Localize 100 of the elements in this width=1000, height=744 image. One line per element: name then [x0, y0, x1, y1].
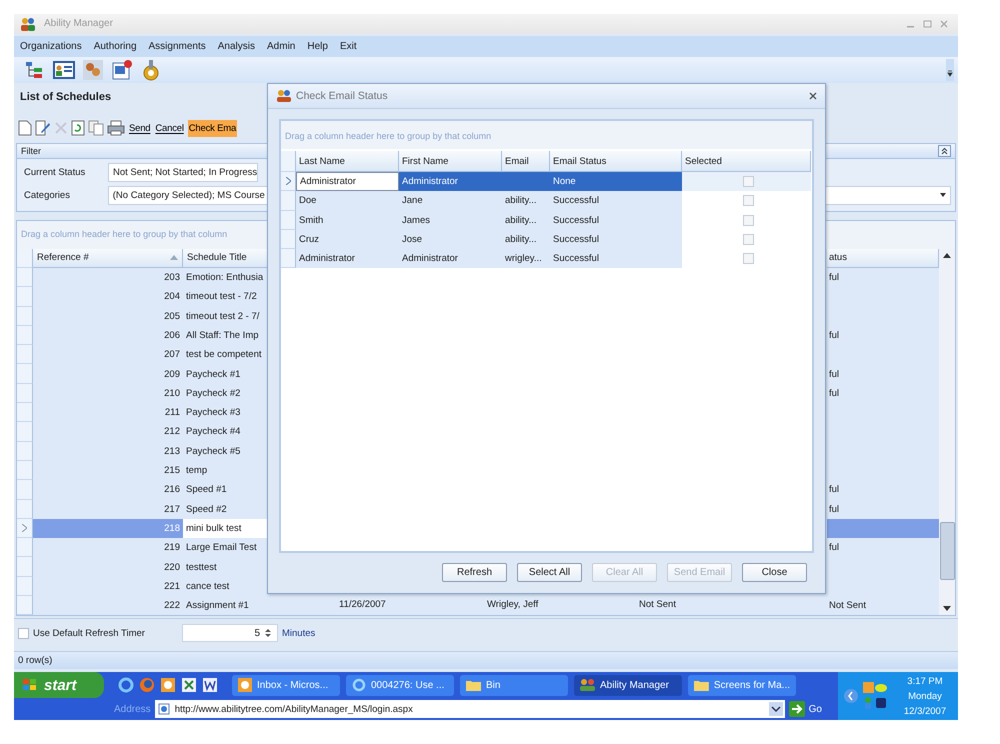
row-selector[interactable]: [17, 422, 33, 442]
toolbar-options-icon[interactable]: [946, 58, 954, 81]
taskbar-button[interactable]: Inbox - Micros...: [232, 674, 340, 696]
dialog-button[interactable]: Refresh: [442, 563, 507, 582]
table-cell-text: 222: [163, 599, 181, 614]
table-cell-text: 219: [163, 541, 181, 556]
menu-item[interactable]: Admin: [267, 40, 296, 52]
address-label: Address: [114, 704, 151, 715]
taskbar-button[interactable]: Ability Manager: [574, 674, 682, 696]
checkbox[interactable]: [742, 234, 754, 246]
row-selector[interactable]: [17, 268, 33, 288]
menu-item[interactable]: Organizations: [20, 40, 82, 52]
dropdown-icon[interactable]: [940, 193, 946, 198]
arrow-icon: [788, 701, 805, 718]
globe-icon[interactable]: [139, 677, 155, 694]
filter-field[interactable]: Not Sent; Not Started; In Progress: [108, 162, 258, 182]
edit-icon[interactable]: [35, 120, 51, 136]
new-document-icon[interactable]: [18, 120, 32, 136]
menu-item[interactable]: Assignments: [148, 40, 206, 52]
printer-icon[interactable]: [107, 120, 125, 136]
checkbox[interactable]: [742, 195, 754, 206]
row-selector[interactable]: [281, 249, 296, 268]
menu-item[interactable]: Help: [307, 40, 328, 52]
people-icon: [580, 679, 595, 692]
row-selector[interactable]: [281, 210, 296, 230]
checkbox-label[interactable]: Use Default Refresh Timer: [33, 628, 178, 639]
scroll-down-icon[interactable]: [943, 606, 951, 612]
column-header[interactable]: atus: [827, 248, 939, 268]
checkbox[interactable]: [742, 176, 754, 188]
menu-item[interactable]: Authoring: [94, 40, 137, 52]
scrollbar[interactable]: [939, 248, 955, 616]
menu-item[interactable]: Exit: [340, 40, 357, 52]
dialog-button[interactable]: Select All: [517, 563, 582, 582]
address-field[interactable]: http://www.abilitytree.com/AbilityManager_MS/login.aspx: [154, 700, 785, 718]
row-selector[interactable]: [281, 191, 296, 211]
column-header[interactable]: Last Name: [296, 151, 399, 172]
chevron-icon[interactable]: [844, 689, 858, 703]
row-selector[interactable]: [17, 557, 33, 577]
sort-icon: [170, 255, 178, 260]
dropdown-icon[interactable]: [768, 702, 783, 716]
table-cell-text: 212: [163, 425, 181, 440]
spinner-icon[interactable]: [265, 628, 271, 638]
scroll-thumb[interactable]: [940, 522, 954, 580]
taskbar-button[interactable]: Screens for Ma...: [688, 674, 796, 696]
table-cell-text: 206: [163, 328, 181, 343]
checkbox[interactable]: [18, 628, 29, 639]
toolbar-button[interactable]: Check Ema: [188, 120, 238, 137]
row-selector[interactable]: [17, 384, 33, 404]
toolbar-button[interactable]: Cancel: [154, 120, 185, 137]
checkbox[interactable]: [742, 253, 754, 264]
collapse-icon[interactable]: [938, 144, 951, 157]
row-selector[interactable]: [17, 306, 33, 326]
people-icon[interactable]: [82, 58, 104, 81]
column-header[interactable]: Selected: [682, 151, 811, 172]
row-selector[interactable]: [17, 538, 33, 558]
taskbar-button[interactable]: 0004276: Use ...: [346, 674, 454, 696]
close-icon[interactable]: [809, 92, 817, 100]
column-header[interactable]: First Name: [399, 151, 502, 172]
number-field[interactable]: 5: [182, 624, 278, 642]
document-icon[interactable]: [111, 58, 133, 81]
row-selector[interactable]: [17, 518, 33, 538]
spreadsheet-icon[interactable]: [181, 677, 197, 694]
toolbar-button[interactable]: Send: [128, 120, 152, 137]
row-selector[interactable]: [17, 326, 33, 346]
row-selector[interactable]: [17, 345, 33, 364]
start-button[interactable]: start: [14, 672, 104, 698]
checkbox[interactable]: [742, 214, 754, 226]
row-selector[interactable]: [17, 596, 33, 616]
taskbar-button[interactable]: Bin: [460, 674, 568, 696]
restore-icon[interactable]: [923, 20, 932, 28]
table-cell: None: [550, 172, 682, 192]
dialog-button[interactable]: Close: [742, 563, 807, 582]
column-header[interactable]: Schedule Title: [183, 248, 269, 268]
table-cell-text: Speed #2: [185, 502, 228, 517]
row-selector[interactable]: [17, 500, 33, 519]
row-selector[interactable]: [17, 576, 33, 596]
column-header[interactable]: Reference #: [33, 248, 183, 268]
word-processor-icon[interactable]: [202, 677, 218, 694]
row-selector[interactable]: [17, 480, 33, 500]
row-selector[interactable]: [17, 442, 33, 461]
card-icon[interactable]: [53, 60, 75, 80]
browser-icon[interactable]: [118, 677, 134, 694]
row-selector[interactable]: [281, 172, 296, 192]
menu-item[interactable]: Analysis: [218, 40, 256, 52]
row-selector[interactable]: [17, 287, 33, 307]
row-selector[interactable]: [17, 460, 33, 480]
refresh-document-icon[interactable]: [71, 120, 85, 136]
scroll-up-icon[interactable]: [943, 252, 951, 258]
row-selector[interactable]: [17, 364, 33, 384]
tray-icons-drawing[interactable]: [862, 681, 888, 711]
copy-icon[interactable]: [88, 120, 104, 136]
row-selector[interactable]: [17, 403, 33, 422]
go-button[interactable]: Go: [788, 701, 828, 718]
table-cell: Successful: [550, 191, 682, 211]
table-cell: wrigley...: [502, 249, 550, 268]
column-header[interactable]: Email Status: [550, 151, 682, 172]
row-selector[interactable]: [281, 230, 296, 250]
table-cell: Administrator: [296, 249, 399, 268]
column-header[interactable]: Email: [502, 151, 550, 172]
table-cell-text: 220: [163, 560, 181, 575]
